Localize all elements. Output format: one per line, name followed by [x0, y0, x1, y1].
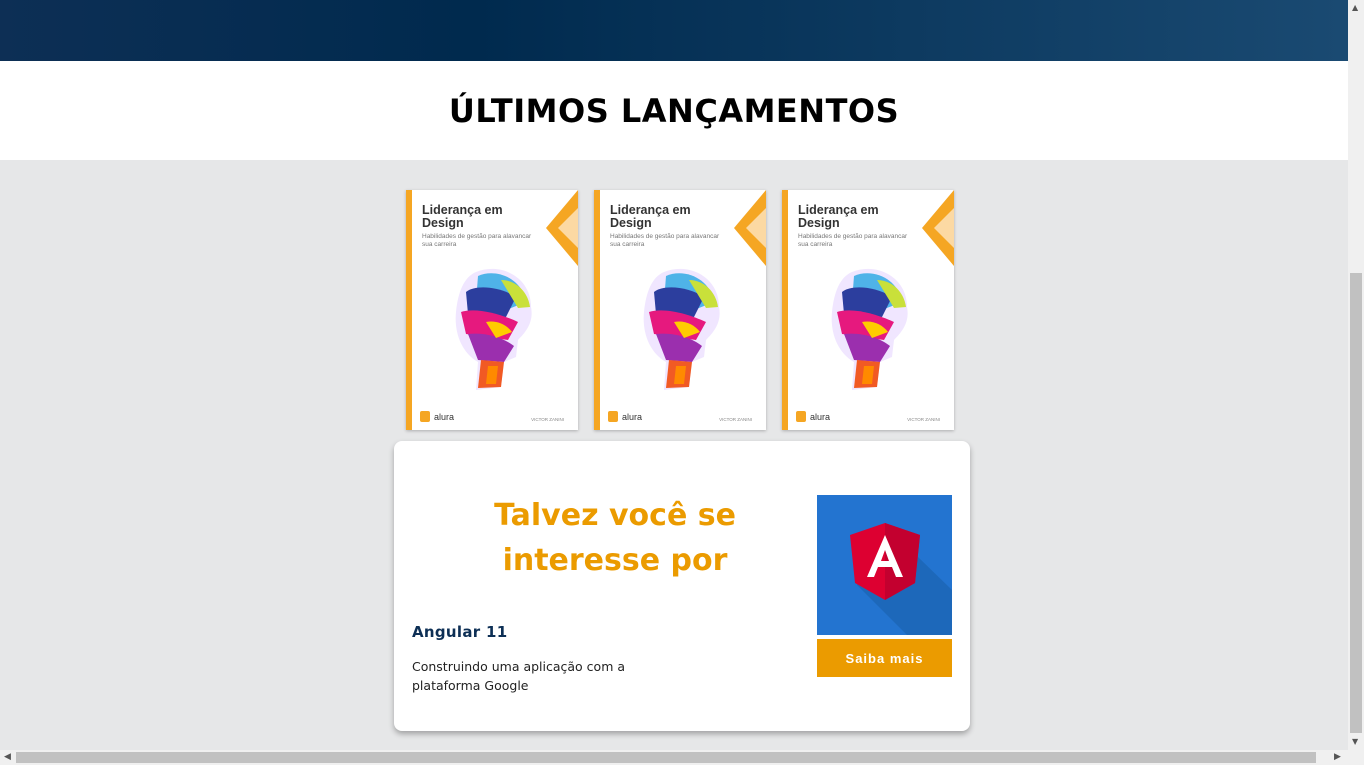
scroll-up-arrow-icon[interactable]: ▲ — [1352, 4, 1358, 12]
book-author: VICTOR ZANINI — [719, 417, 752, 422]
horizontal-scrollbar[interactable]: ◀ ▶ — [0, 750, 1348, 765]
horizontal-scroll-thumb[interactable] — [16, 752, 1316, 763]
scroll-left-arrow-icon[interactable]: ◀ — [4, 753, 11, 762]
publisher-name: alura — [622, 411, 643, 422]
casa-do-codigo-icon — [608, 411, 618, 422]
section-header: ÚLTIMOS LANÇAMENTOS — [0, 61, 1348, 160]
book-cover[interactable]: Liderança em Design Habilidades de gestã… — [406, 190, 578, 430]
chevron-decoration-icon — [922, 190, 954, 266]
chevron-decoration-icon — [734, 190, 766, 266]
casa-do-codigo-icon — [796, 411, 806, 422]
book-title: Liderança em Design — [422, 203, 503, 230]
book-spine — [406, 190, 412, 430]
vertical-scroll-thumb[interactable] — [1350, 273, 1362, 733]
suggestion-card: Talvez você se interesse por Angular 11 … — [394, 441, 970, 731]
book-title: Liderança em Design — [798, 203, 879, 230]
course-description: Construindo uma aplicação com a platafor… — [412, 659, 626, 693]
scroll-right-arrow-icon[interactable]: ▶ — [1334, 753, 1341, 762]
course-name[interactable]: Angular 11 — [412, 623, 507, 641]
book-cover[interactable]: Liderança em Design Habilidades de gestã… — [594, 190, 766, 430]
publisher-logo: alura — [608, 411, 642, 422]
course-thumbnail[interactable] — [817, 495, 952, 635]
saiba-mais-button[interactable]: Saiba mais — [817, 639, 952, 677]
book-author: VICTOR ZANINI — [531, 417, 564, 422]
publisher-name: alura — [434, 411, 455, 422]
head-illustration-icon — [831, 268, 908, 390]
angular-logo-icon — [850, 523, 952, 635]
publisher-logo: alura — [796, 411, 830, 422]
scroll-down-arrow-icon[interactable]: ▼ — [1352, 738, 1358, 746]
vertical-scrollbar[interactable]: ▲ ▼ — [1348, 0, 1364, 765]
suggestion-heading: Talvez você se interesse por — [494, 498, 736, 578]
book-subtitle: Habilidades de gestão para alavancar sua… — [610, 233, 720, 248]
book-author: VICTOR ZANINI — [907, 417, 940, 422]
head-illustration-icon — [643, 268, 720, 390]
top-header-bar — [0, 0, 1348, 61]
head-illustration-icon — [455, 268, 532, 390]
book-title: Liderança em Design — [610, 203, 691, 230]
section-title: ÚLTIMOS LANÇAMENTOS — [448, 91, 900, 130]
publisher-logo: alura — [420, 411, 454, 422]
book-spine — [594, 190, 600, 430]
book-cover[interactable]: Liderança em Design Habilidades de gestã… — [782, 190, 954, 430]
book-spine — [782, 190, 788, 430]
scrollbar-corner — [1348, 750, 1364, 765]
publisher-name: alura — [810, 411, 831, 422]
book-subtitle: Habilidades de gestão para alavancar sua… — [798, 233, 908, 248]
book-subtitle: Habilidades de gestão para alavancar sua… — [422, 233, 532, 248]
casa-do-codigo-icon — [420, 411, 430, 422]
chevron-decoration-icon — [546, 190, 578, 266]
